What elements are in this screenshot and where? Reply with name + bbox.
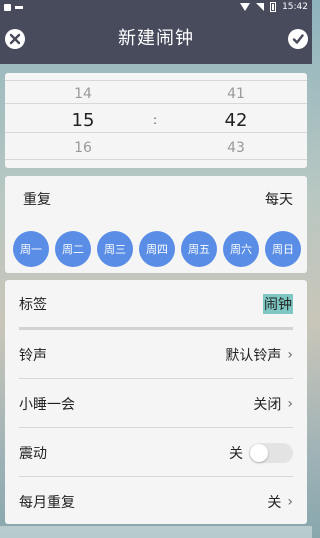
time-picker[interactable]: 14 41 15 42 : 16 43 [5, 73, 307, 168]
ringtone-label: 铃声 [19, 347, 47, 364]
status-right: 15:42 [240, 2, 308, 12]
hour-next[interactable]: 16 [63, 140, 103, 156]
weekday-selector: 周一 周二 周三 周四 周五 周六 周日 [13, 231, 301, 267]
keyboard-notification-icon [15, 5, 23, 9]
minute-next[interactable]: 43 [216, 140, 256, 156]
repeat-value[interactable]: 每天 [265, 189, 293, 209]
day-friday[interactable]: 周五 [181, 231, 217, 267]
tag-underline [19, 327, 293, 330]
confirm-button[interactable] [288, 29, 308, 49]
settings-card: 标签 闹钟 铃声 默认铃声 › 小睡一会 关闭 › 震动 关 每月重复 关 › [5, 280, 307, 524]
tag-label: 标签 [19, 297, 47, 313]
snooze-row[interactable]: 小睡一会 关闭 › [19, 380, 293, 428]
cellular-icon [256, 3, 265, 11]
day-tuesday[interactable]: 周二 [55, 231, 91, 267]
minute-selected[interactable]: 42 [216, 110, 256, 131]
snooze-label: 小睡一会 [19, 396, 75, 413]
snooze-value: 关闭 [253, 396, 282, 413]
monthly-repeat-label: 每月重复 [19, 495, 75, 511]
day-sunday[interactable]: 周日 [265, 231, 301, 267]
repeat-label: 重复 [23, 192, 51, 208]
vibrate-value: 关 [229, 445, 243, 462]
hour-prev[interactable]: 14 [63, 86, 103, 102]
day-saturday[interactable]: 周六 [223, 231, 259, 267]
ringtone-row[interactable]: 铃声 默认铃声 › [19, 331, 293, 379]
status-bar: 15:42 [0, 0, 312, 14]
status-time: 15:42 [282, 2, 308, 12]
monthly-repeat-value: 关 [267, 495, 282, 511]
time-separator: : [153, 113, 158, 127]
check-icon [292, 34, 304, 44]
tag-input[interactable]: 闹钟 [263, 294, 293, 314]
tag-row[interactable]: 标签 闹钟 [19, 280, 293, 328]
wifi-icon [240, 3, 251, 11]
day-wednesday[interactable]: 周三 [97, 231, 133, 267]
chevron-right-icon: › [287, 494, 293, 510]
repeat-card: 重复 每天 周一 周二 周三 周四 周五 周六 周日 [5, 176, 307, 273]
app-notification-icon [4, 3, 11, 11]
vibrate-row: 震动 关 [19, 429, 293, 477]
bottom-edge [0, 526, 312, 538]
minute-prev[interactable]: 41 [216, 86, 256, 102]
vibrate-toggle[interactable] [249, 442, 293, 463]
day-thursday[interactable]: 周四 [139, 231, 175, 267]
monthly-repeat-row[interactable]: 每月重复 关 › [19, 478, 293, 526]
vibrate-label: 震动 [19, 445, 47, 462]
battery-icon [270, 2, 277, 12]
status-left [4, 3, 23, 11]
chevron-right-icon: › [287, 346, 293, 363]
chevron-right-icon: › [287, 395, 293, 412]
app-bar: 新建闹钟 [0, 14, 312, 64]
hour-selected[interactable]: 15 [63, 110, 103, 131]
day-monday[interactable]: 周一 [13, 231, 49, 267]
ringtone-value: 默认铃声 [225, 347, 282, 364]
page-title: 新建闹钟 [118, 28, 194, 49]
